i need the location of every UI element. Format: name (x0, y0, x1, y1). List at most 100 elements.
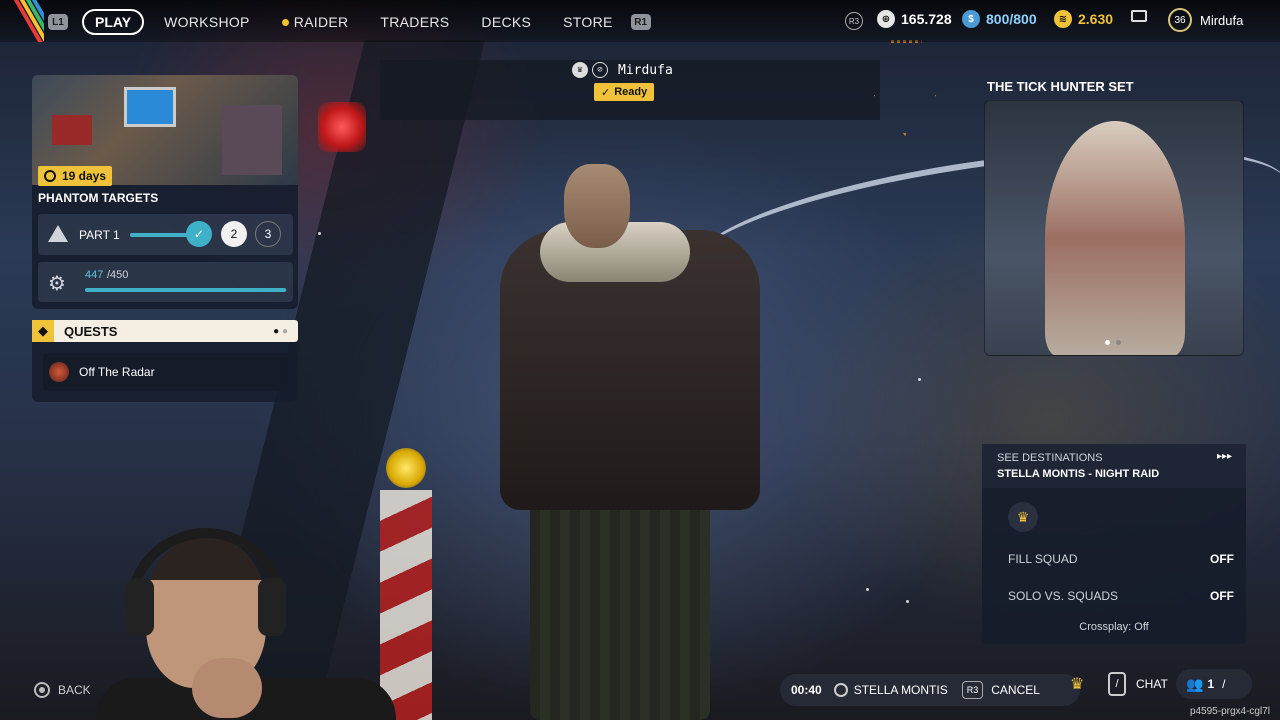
fill-squad-value: OFF (1210, 552, 1234, 566)
step-1-complete: ✓ (186, 221, 212, 247)
part-label: PART 1 (79, 228, 120, 242)
mail-button[interactable] (1131, 10, 1147, 22)
snow-particle (918, 378, 921, 381)
coins-value: 165.728 (901, 11, 952, 27)
headset-ear-left (126, 578, 154, 636)
timer-icon (44, 170, 56, 182)
quest-diamond-icon: ◆ (32, 320, 54, 342)
pencil-icon: / (1108, 672, 1126, 696)
check-icon: ✓ (601, 86, 611, 99)
coins-display[interactable]: ⊕ 165.728 (877, 10, 952, 28)
crt-monitor (124, 87, 176, 127)
r3-button-hint: R3 (845, 12, 863, 30)
party-icon: 👥 (1186, 675, 1204, 692)
pager-dots: ● ● (273, 325, 288, 337)
player-tag: ♛ ⊘ Mirdufa (572, 62, 673, 78)
username: Mirdufa (1200, 12, 1244, 28)
triangle-icon (48, 225, 68, 242)
promo-card[interactable] (984, 100, 1244, 356)
parts-track (130, 233, 190, 237)
destination-name: STELLA MONTIS - NIGHT RAID (997, 468, 1160, 480)
step-2: 2 (221, 221, 247, 247)
tick-hunter-outfit-image (1045, 121, 1185, 355)
quests-title: QUESTS (64, 323, 118, 339)
tokens-display[interactable]: $ 800/800 (962, 10, 1037, 28)
progress-total: /450 (107, 269, 129, 281)
promo-title: THE TICK HUNTER SET (987, 79, 1134, 94)
webcam-overlay (96, 528, 396, 720)
headset-ear-right (258, 578, 286, 636)
matchmaking-map: STELLA MONTIS (853, 683, 948, 697)
check-icon: ✓ (193, 227, 205, 241)
circle-button-icon (34, 682, 50, 698)
chat-button[interactable]: / CHAT (1100, 669, 1176, 699)
step-3: 3 (255, 221, 281, 247)
character-legs (530, 490, 710, 720)
party-count: 1 (1207, 677, 1215, 691)
raider-avatar-icon: ♛ (1016, 508, 1030, 525)
quest-item[interactable]: Off The Radar (43, 353, 287, 391)
pencil-icon: / (1222, 677, 1226, 691)
shelf (222, 105, 282, 175)
see-destinations-button[interactable]: SEE DESTINATIONS STELLA MONTIS - NIGHT R… (982, 444, 1246, 488)
back-label: BACK (58, 683, 91, 697)
see-destinations-label: SEE DESTINATIONS (997, 452, 1103, 464)
solo-vs-squads-value: OFF (1210, 589, 1234, 603)
fill-squad-label: FILL SQUAD (1008, 552, 1078, 566)
fill-squad-toggle[interactable]: FILL SQUAD OFF (1008, 552, 1234, 566)
ready-status-text: Ready (614, 86, 648, 98)
raider-character (490, 160, 770, 720)
red-light (318, 102, 366, 152)
coin-icon: ⊕ (877, 10, 895, 28)
carousel-dots (1105, 340, 1121, 345)
parts-fill (130, 233, 190, 237)
destination-panel: SEE DESTINATIONS STELLA MONTIS - NIGHT R… (982, 444, 1246, 644)
event-progress-track (85, 288, 287, 292)
level-badge: 36 (1168, 8, 1192, 32)
event-progress-row[interactable]: ⚙ 447 /450 (38, 262, 293, 302)
session-id: p4595-prgx4-cgl7l (1189, 706, 1270, 717)
streamer-hand (192, 658, 262, 718)
platform-icon: ⊘ (592, 62, 608, 78)
days-remaining-badge: 19 days (38, 166, 113, 186)
quests-header[interactable]: ◆ QUESTS ● ● (32, 320, 298, 342)
gear-icon: ⚙ (48, 273, 66, 295)
player-name: Mirdufa (618, 62, 673, 78)
progress-current: 447 (85, 269, 104, 281)
cancel-button[interactable]: CANCEL (991, 683, 1040, 697)
r3-button-hint: R3 (961, 681, 984, 699)
matchmaking-bar: 00:40 STELLA MONTIS R3 CANCEL (780, 674, 1080, 706)
yellow-light (386, 448, 426, 488)
back-button[interactable]: BACK (34, 682, 91, 698)
profile-button[interactable]: 36 Mirdufa (1168, 8, 1243, 32)
solo-vs-squads-label: SOLO VS. SQUADS (1008, 589, 1119, 603)
squad-member-slot[interactable]: ♛ (1008, 502, 1038, 532)
party-button[interactable]: 👥 1 / (1176, 669, 1252, 699)
chat-label: CHAT (1136, 677, 1168, 691)
event-progress-fill (85, 288, 286, 292)
location-icon (833, 683, 848, 697)
snow-particle (318, 232, 321, 235)
credits-value: 2.630 (1078, 11, 1114, 27)
crate (52, 115, 92, 145)
solo-vs-squads-toggle[interactable]: SOLO VS. SQUADS OFF (1008, 589, 1234, 603)
character-head (564, 164, 630, 248)
neon-arrow-sign (872, 40, 938, 136)
ready-status-badge: ✓ Ready (594, 83, 655, 101)
event-parts-row[interactable]: PART 1 ✓ 2 3 (38, 214, 293, 255)
top-navigation-bar: L1 PLAY WORKSHOP RAIDER TRADERS DECKS ST… (0, 0, 1280, 42)
squad-leader-icon: ♛ (1070, 676, 1085, 693)
currency-bar: R3 ⊕ 165.728 $ 800/800 ≋ 2.630 36 Mirduf… (0, 8, 1280, 34)
quest-giver-avatar (49, 362, 69, 382)
credits-icon: ≋ (1054, 10, 1072, 28)
token-icon: $ (962, 10, 980, 28)
credits-display[interactable]: ≋ 2.630 (1054, 10, 1113, 28)
snow-particle (906, 600, 909, 603)
snow-particle (866, 588, 869, 591)
mail-icon (1131, 10, 1147, 22)
matchmaking-timer: 00:40 (791, 683, 822, 697)
tokens-value: 800/800 (986, 11, 1037, 27)
event-title: PHANTOM TARGETS (38, 191, 159, 205)
fast-forward-icon: ▸▸▸ (1217, 451, 1233, 462)
days-remaining-text: 19 days (62, 169, 107, 183)
